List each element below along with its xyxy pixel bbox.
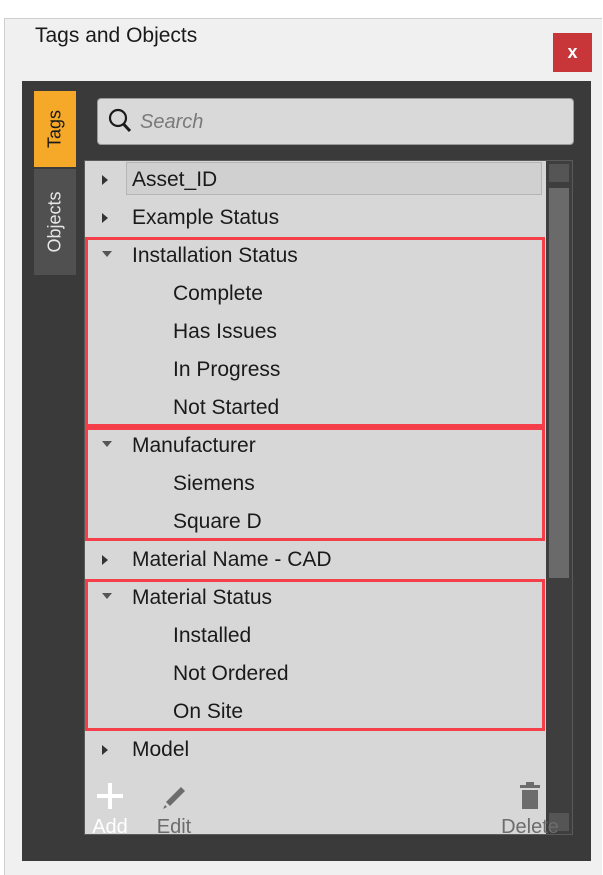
tree-item-label: Model (132, 738, 190, 761)
window-title: Tags and Objects (35, 24, 198, 47)
tab-tags[interactable]: Tags (34, 91, 76, 167)
caret-down-icon[interactable] (101, 427, 115, 465)
tree-item-label: Has Issues (173, 320, 277, 343)
tree-item-example-status[interactable]: Example Status (85, 199, 545, 237)
search-icon (108, 108, 132, 133)
delete-button-label: Delete (501, 816, 559, 838)
tree-item-label: Installed (173, 624, 252, 647)
tree-item-label: Material Status (132, 586, 273, 609)
tab-objects-label: Objects (44, 191, 65, 253)
caret-right-icon[interactable] (101, 199, 115, 237)
tree-subitem-complete[interactable]: Complete (85, 275, 545, 313)
plus-icon (97, 783, 123, 809)
tab-objects[interactable]: Objects (34, 169, 76, 275)
caret-right-icon[interactable] (101, 541, 115, 579)
add-button[interactable]: Add (80, 778, 140, 839)
add-button-label: Add (92, 816, 128, 838)
tree-item-label: Example Status (132, 206, 280, 229)
tree-item-label: Manufacturer (132, 434, 256, 457)
delete-button[interactable]: Delete (500, 778, 560, 839)
tags-panel: Tags Objects Asset_ID Example Status Ins… (22, 81, 591, 861)
tree-subitem-on-site[interactable]: On Site (85, 693, 545, 731)
tree-item-label: On Site (173, 700, 244, 723)
tree-item-label: Square D (173, 510, 262, 533)
tree-item-manufacturer[interactable]: Manufacturer (85, 427, 545, 465)
tree-subitem-not-ordered[interactable]: Not Ordered (85, 655, 545, 693)
pencil-icon (163, 787, 185, 809)
scroll-thumb[interactable] (549, 188, 569, 578)
tree-item-material-status[interactable]: Material Status (85, 579, 545, 617)
tab-tags-label: Tags (44, 109, 65, 149)
tree-subitem-in-progress[interactable]: In Progress (85, 351, 545, 389)
tree-item-label: Not Ordered (173, 662, 289, 685)
tree-subitem-not-started[interactable]: Not Started (85, 389, 545, 427)
tag-tree: Asset_ID Example Status Installation Sta… (84, 160, 573, 835)
tree-item-label: Siemens (173, 472, 255, 495)
tree-item-label: In Progress (173, 358, 281, 381)
tree-item-material-name-cad[interactable]: Material Name - CAD (85, 541, 545, 579)
tree-subitem-has-issues[interactable]: Has Issues (85, 313, 545, 351)
tree-item-installation-status[interactable]: Installation Status (85, 237, 545, 275)
caret-down-icon[interactable] (101, 579, 115, 617)
trash-icon (520, 782, 540, 809)
tree-item-label: Complete (173, 282, 263, 305)
caret-right-icon[interactable] (101, 161, 115, 199)
close-button[interactable]: x (553, 33, 592, 72)
tree-item-label: Installation Status (132, 244, 298, 267)
caret-right-icon[interactable] (101, 731, 115, 769)
tree-item-label: Material Name - CAD (132, 548, 332, 571)
edit-button-label: Edit (156, 816, 192, 838)
edit-button[interactable]: Edit (144, 778, 204, 839)
caret-down-icon[interactable] (101, 237, 115, 275)
tree-item-model[interactable]: Model (85, 731, 545, 769)
tree-subitem-siemens[interactable]: Siemens (85, 465, 545, 503)
tree-item-label: Asset_ID (132, 168, 218, 191)
tree-item-asset-id[interactable]: Asset_ID (85, 161, 545, 199)
search-input[interactable] (138, 107, 562, 137)
tree-scrollbar[interactable] (546, 161, 572, 834)
search-box[interactable] (97, 98, 574, 145)
tree-subitem-square-d[interactable]: Square D (85, 503, 545, 541)
tree-subitem-installed[interactable]: Installed (85, 617, 545, 655)
tree-item-label: Not Started (173, 396, 280, 419)
scroll-up-button[interactable] (549, 164, 569, 182)
